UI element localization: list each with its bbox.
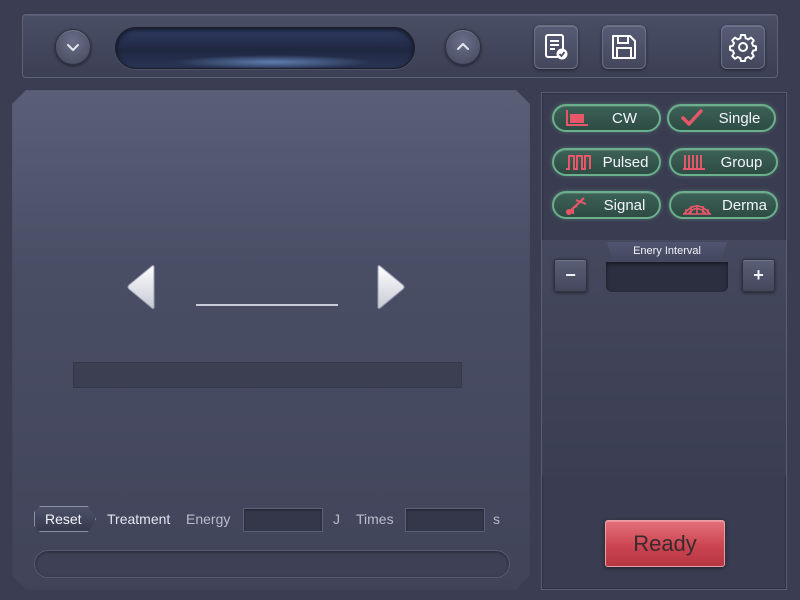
display-glow [173,55,373,69]
value-underline [196,304,338,306]
energy-interval-value [606,262,728,292]
reset-button[interactable]: Reset [34,506,96,532]
mode-pulsed-label: Pulsed [602,153,649,171]
chevron-up-icon [457,43,469,50]
report-button[interactable] [534,25,578,69]
mode-signal-label: Signal [603,196,646,214]
interval-minus-button[interactable]: − [554,259,587,292]
scroll-down-button[interactable] [55,29,91,65]
ready-button[interactable]: Ready [605,520,725,567]
mode-group-label: Group [720,153,763,171]
energy-label: Energy [186,511,231,527]
settings-button[interactable] [721,25,765,69]
chevron-down-icon [67,44,79,51]
save-icon [612,35,636,59]
interval-plus-button[interactable]: + [742,259,775,292]
times-unit: s [493,511,500,527]
gear-icon [729,34,757,62]
status-bar [73,362,462,388]
mode-cw-button[interactable]: CW [552,104,661,132]
mode-signal-button[interactable]: Signal [552,191,661,219]
decrease-arrow-button[interactable] [126,264,156,310]
save-button[interactable] [602,25,646,69]
mode-single-label: Single [718,109,761,127]
energy-interval-label: Enery Interval [607,242,727,262]
mode-cw-label: CW [612,109,637,127]
cw-wave-icon [566,110,588,126]
mode-derma-button[interactable]: Derma [669,191,778,219]
energy-unit: J [333,511,340,527]
progress-bar [34,550,510,578]
mode-single-button[interactable]: Single [667,104,776,132]
derma-skin-icon [683,205,711,215]
mode-pulsed-button[interactable]: Pulsed [552,148,661,176]
pulse-wave-icon [566,155,591,170]
mode-derma-label: Derma [721,196,767,214]
top-toolbar [22,14,778,78]
mode-group-button[interactable]: Group [669,148,778,176]
scroll-up-button[interactable] [445,29,481,65]
energy-field[interactable] [243,508,323,532]
increase-arrow-button[interactable] [376,264,406,310]
times-field[interactable] [405,508,485,532]
document-check-icon [545,34,568,60]
times-label: Times [356,511,394,527]
treatment-label: Treatment [107,511,171,527]
group-pulse-icon [683,155,705,170]
checkmark-icon [681,109,703,126]
signal-icon [566,197,587,215]
